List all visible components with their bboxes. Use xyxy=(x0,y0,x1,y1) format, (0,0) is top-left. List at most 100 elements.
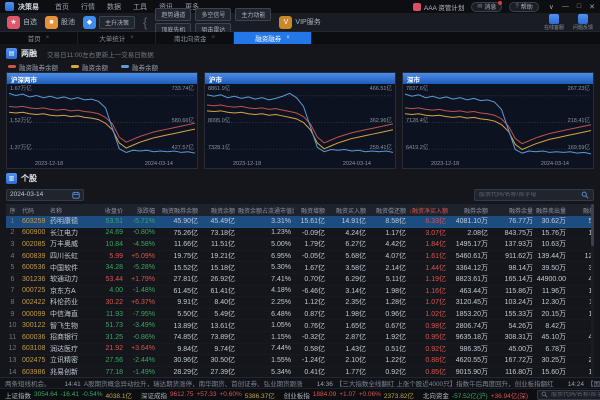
cell-close: 31.25 xyxy=(84,334,126,341)
chart-title: 沪市 xyxy=(205,73,395,84)
statusbar-search-input[interactable] xyxy=(551,392,600,398)
cell-idx: 12 xyxy=(6,345,22,352)
cell-rzrq: 11.66亿 xyxy=(158,239,201,249)
cell-idx: 13 xyxy=(6,357,22,364)
close-icon[interactable]: ✕ xyxy=(589,3,595,11)
tab-close-icon[interactable]: × xyxy=(211,35,215,41)
toolbar-mini-tool[interactable]: 问题反馈 xyxy=(573,14,593,31)
help-button[interactable]: ? 帮助 xyxy=(509,2,538,12)
toolbar-mini-tool[interactable]: 在线客服 xyxy=(544,14,564,31)
table-row[interactable]: 9000099中信海直11.93-7.95%5.50亿5.49亿6.48%0.8… xyxy=(6,309,594,321)
column-header-idx[interactable]: 序 xyxy=(6,206,22,215)
table-row[interactable]: 11600036招商银行31.25-0.86%74.85亿73.89亿1.15%… xyxy=(6,332,594,344)
column-header-code[interactable]: 代码 xyxy=(22,206,50,215)
table-row[interactable]: 12603108润达医疗21.92+3.64%9.84亿9.74亿7.44%0.… xyxy=(6,344,594,356)
toolbar-feature-button[interactable]: 趋势通道 xyxy=(155,8,191,21)
cell-rzrq: 9.84亿 xyxy=(158,344,201,354)
chart-plot-area: 1.67万亿1.52万亿1.37万亿733.74亿580.66亿427.57亿2… xyxy=(7,84,197,168)
column-header-net[interactable]: ↓融资净买入额 xyxy=(409,206,449,215)
column-header-close[interactable]: 收盘价 xyxy=(84,206,126,215)
tab-close-icon[interactable]: × xyxy=(46,35,50,41)
menu-item[interactable]: 首页 xyxy=(55,2,69,12)
cell-rq_bal: 9635.18万 xyxy=(449,332,491,342)
legend-swatch xyxy=(71,65,79,68)
menu-item[interactable]: 数据 xyxy=(107,2,121,12)
minimize-icon[interactable]: — xyxy=(562,3,569,11)
table-row[interactable]: 3002085万丰奥威10.84-4.58%11.66亿11.51亿5.00%1… xyxy=(6,239,594,251)
toolbar-item[interactable]: ★自选 xyxy=(7,16,37,29)
column-header-rq_sell[interactable]: 融券卖出量 xyxy=(536,206,569,215)
column-header-repay[interactable]: 融资偿还额 xyxy=(369,206,409,215)
maximize-icon[interactable]: □ xyxy=(577,3,581,11)
cell-repay: 1.92亿 xyxy=(369,332,409,342)
search-icon[interactable] xyxy=(581,191,589,199)
cell-name: 科伦药业 xyxy=(50,297,84,307)
cell-rz: 73.18亿 xyxy=(201,228,238,238)
tab-首页[interactable]: 首页 × xyxy=(0,32,78,44)
margin-section-title: 两融 xyxy=(21,48,37,59)
date-value: 2024-03-14 xyxy=(10,191,43,198)
cell-rq_bal: 8823.61万 xyxy=(449,274,491,284)
cell-close: 11.93 xyxy=(84,311,126,318)
table-scrollbar[interactable] xyxy=(591,204,594,377)
date-picker[interactable]: 2024-03-14 xyxy=(6,189,84,201)
cell-ratio: 1.55% xyxy=(238,357,294,364)
news-item[interactable]: 14:41A股期货概念异动拉升，瑞达期货涨停，南华期货、首创证券、弘业期货跟涨 xyxy=(65,378,303,388)
column-header-rq_bal[interactable]: 融券余额 xyxy=(449,206,491,215)
cell-rq_bal: 2.08亿 xyxy=(449,228,491,238)
table-row[interactable]: 1603259药明康德53.51-5.71%45.90亿45.49亿3.31%1… xyxy=(6,216,594,228)
table-row[interactable]: 8002422科伦药业30.22+6.37%9.91亿8.40亿2.25%1.1… xyxy=(6,297,594,309)
cell-add: -1.24亿 xyxy=(294,355,328,365)
column-header-ratio[interactable]: 融资余额占流通市值比 xyxy=(238,206,294,215)
messages-button[interactable]: ✉ 消息 xyxy=(471,2,502,12)
legend-item: 融资余额 xyxy=(71,62,108,72)
vip-service-button[interactable]: V VIP服务 xyxy=(279,16,320,29)
charts-row: 沪深两市1.67万亿1.52万亿1.37万亿733.74亿580.66亿427.… xyxy=(6,72,594,169)
account-name: AAA 资管计划 xyxy=(424,2,464,12)
column-header-rzrq[interactable]: 融资融券余额 xyxy=(158,206,201,215)
news-item[interactable]: 两条短线机会。 xyxy=(5,378,51,388)
news-item[interactable]: 14:24【国联证券：银行在降息周期下降空间不大 具备高股息扩容的央企更受益】 xyxy=(568,378,600,388)
table-row[interactable]: 5600536中国软件34.28-5.28%15.52亿15.18亿5.30%1… xyxy=(6,262,594,274)
menu-item[interactable]: 行情 xyxy=(81,2,95,12)
toolbar-feature-button[interactable]: 多空信号 xyxy=(195,8,231,21)
dropdown-caret-icon[interactable]: ∨ xyxy=(549,3,554,11)
table-row[interactable]: 4600839四川长虹5.99+5.09%19.75亿19.21亿6.95%-0… xyxy=(6,251,594,263)
table-row[interactable]: 7000725京东方A4.00-1.48%61.45亿61.41亿4.18%-6… xyxy=(6,286,594,298)
tab-南北向资金[interactable]: 南北向资金× xyxy=(156,32,234,44)
cell-code: 600536 xyxy=(22,264,50,271)
cell-rzrq: 19.75亿 xyxy=(158,251,201,261)
column-header-rq_vol[interactable]: 融券余量 xyxy=(491,206,536,215)
tab-label: 首页 xyxy=(28,33,41,43)
table-row[interactable]: 6301236软通动力53.44+1.79%27.81亿26.92亿7.41%0… xyxy=(6,274,594,286)
column-header-buy[interactable]: 融资买入额 xyxy=(328,206,369,215)
table-row[interactable]: 13002475立讯精密27.56-2.44%30.96亿30.50亿1.55%… xyxy=(6,355,594,367)
right-axis-label: 427.57亿 xyxy=(172,145,194,151)
tab-融资融券[interactable]: 融资融券× xyxy=(234,32,312,44)
tab-close-icon[interactable]: × xyxy=(286,35,290,41)
tab-close-icon[interactable]: × xyxy=(130,35,134,41)
column-header-add[interactable]: 融资增额 xyxy=(294,206,328,215)
account-info[interactable]: AAA 资管计划 xyxy=(413,2,464,12)
table-row[interactable]: 2600900长江电力24.69-0.80%75.26亿73.18亿1.23%-… xyxy=(6,228,594,240)
table-row[interactable]: 14603986兆易创新77.18-1.49%28.29亿27.39亿5.34%… xyxy=(6,367,594,377)
cell-chg: +6.37% xyxy=(126,299,158,306)
toolbar-item[interactable]: ■股池 xyxy=(45,16,75,29)
left-axis-label: 6419.2亿 xyxy=(406,145,428,151)
northbound-sh-value: -57.52亿(沪) xyxy=(452,390,488,400)
x-axis-start-label: 2023-12-18 xyxy=(431,161,459,167)
column-header-name[interactable]: 名称 xyxy=(50,206,84,215)
news-item[interactable]: 14:36【三大指数全线翻红 上涨个股近4000只】指数午后再度回升，创业板指翻… xyxy=(317,378,554,388)
cell-close: 24.69 xyxy=(84,229,126,236)
cell-name: 智飞生物 xyxy=(50,321,84,331)
toolbar-feature-button[interactable]: 主力动能 xyxy=(235,8,271,21)
scrollbar-thumb[interactable] xyxy=(591,204,594,246)
stock-search-input[interactable] xyxy=(479,192,578,198)
main-rise-decision-button[interactable]: ◆主升决策 xyxy=(83,16,135,29)
tab-大单统计[interactable]: 大单统计× xyxy=(78,32,156,44)
table-row[interactable]: 10300122智飞生物51.73-3.49%13.89亿13.61亿1.05%… xyxy=(6,320,594,332)
column-header-rz[interactable]: 融资余额 xyxy=(201,206,238,215)
column-header-chg[interactable]: 涨跌幅 xyxy=(126,206,158,215)
menu-item[interactable]: 工具 xyxy=(133,2,147,12)
cell-idx: 3 xyxy=(6,241,22,248)
